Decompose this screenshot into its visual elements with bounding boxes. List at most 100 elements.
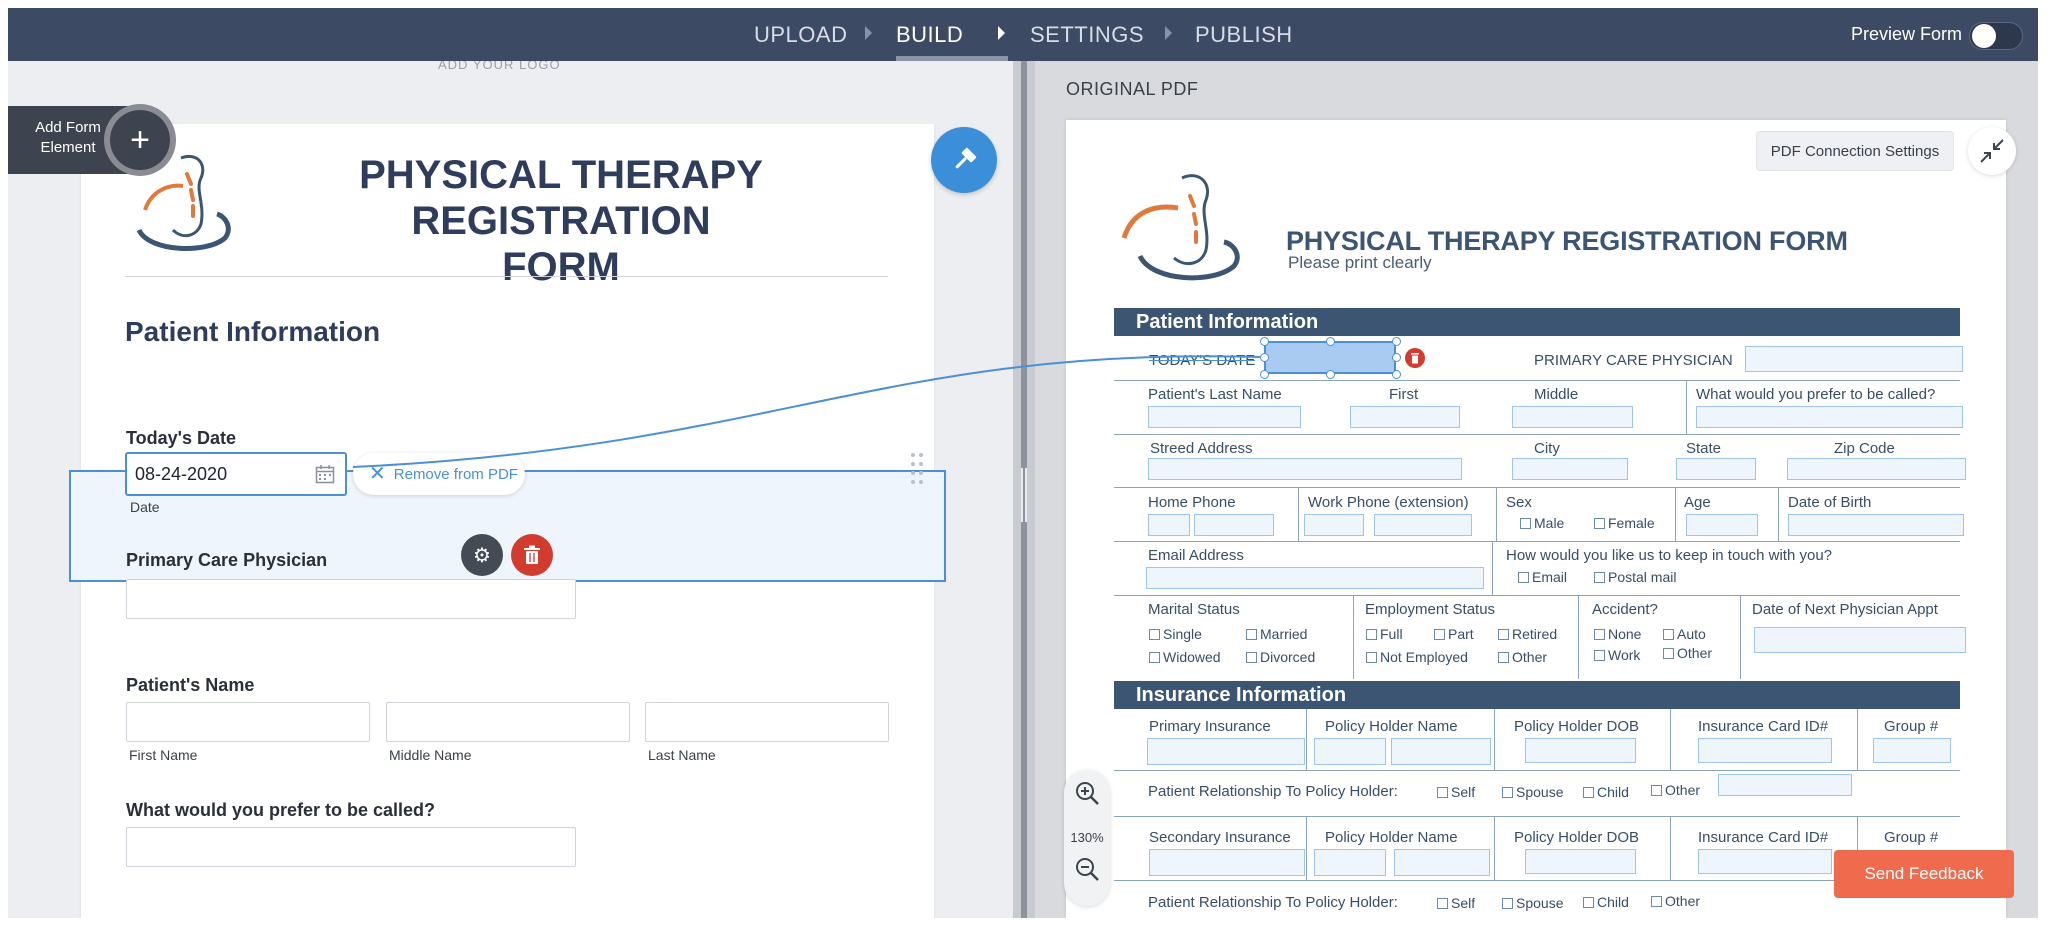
resize-handle[interactable] [1326, 337, 1335, 346]
pdf-marital-single-checkbox[interactable]: Single [1149, 626, 1202, 642]
collapse-pdf-button[interactable] [1968, 127, 2016, 175]
resize-handle[interactable] [1260, 370, 1269, 379]
pdf-employment-full-checkbox[interactable]: Full [1366, 626, 1403, 642]
pdf-holder-dob-field[interactable] [1525, 738, 1636, 763]
resize-handle[interactable] [1326, 370, 1335, 379]
pdf-sex-male-checkbox[interactable]: Male [1520, 515, 1564, 531]
pdf-first-field[interactable] [1350, 406, 1460, 428]
pdf-primary-care-field[interactable] [1745, 346, 1963, 372]
pdf-col-rule [1494, 816, 1495, 880]
pdf-called-field[interactable] [1696, 406, 1963, 428]
form-title[interactable]: PHYSICAL THERAPY REGISTRATION FORM [351, 152, 771, 290]
pdf-middle-field[interactable] [1512, 406, 1633, 428]
pdf-relationship-other-checkbox[interactable]: Other [1651, 782, 1700, 798]
pdf-relationship-label: Patient Relationship To Policy Holder: [1148, 783, 1398, 800]
pdf-relationship-other-field[interactable] [1718, 774, 1852, 796]
first-name-input[interactable] [126, 702, 370, 742]
pdf-email-field[interactable] [1146, 567, 1484, 589]
resize-handle[interactable] [1392, 370, 1401, 379]
todays-date-input[interactable]: 08-24-2020 [125, 452, 347, 496]
pdf-employment-not-employed-checkbox[interactable]: Not Employed [1366, 649, 1468, 665]
resize-handle[interactable] [1260, 353, 1269, 362]
pdf-relationship-2-child-checkbox[interactable]: Child [1583, 894, 1629, 910]
delete-field-button[interactable] [511, 534, 553, 576]
section-title[interactable]: Patient Information [125, 316, 380, 348]
pdf-accident-auto-checkbox[interactable]: Auto [1663, 626, 1706, 642]
pdf-marital-divorced-checkbox[interactable]: Divorced [1246, 649, 1315, 665]
pdf-holder-first-field[interactable] [1314, 738, 1386, 765]
pdf-next-appt-field[interactable] [1754, 627, 1966, 653]
pdf-holder-last-field[interactable] [1391, 738, 1491, 765]
preferred-name-input[interactable] [126, 827, 576, 867]
form-styles-button[interactable] [931, 127, 997, 193]
preferred-name-label: What would you prefer to be called? [126, 800, 436, 820]
pdf-marital-widowed-checkbox[interactable]: Widowed [1149, 649, 1221, 665]
pdf-connection-settings-button[interactable]: PDF Connection Settings [1756, 131, 1954, 171]
drag-handle-icon[interactable] [911, 453, 925, 489]
pdf-field-delete-button[interactable] [1405, 348, 1425, 368]
pdf-contact-email-checkbox[interactable]: Email [1518, 569, 1567, 585]
resize-handle[interactable] [1392, 337, 1401, 346]
pdf-holder-dob-2-field[interactable] [1525, 849, 1636, 874]
pdf-home-number-field[interactable] [1194, 514, 1274, 536]
pdf-work-number-field[interactable] [1374, 514, 1472, 536]
pdf-last-name-field[interactable] [1148, 406, 1301, 428]
pdf-holder-first-2-field[interactable] [1314, 849, 1386, 876]
pdf-relationship-child-checkbox[interactable]: Child [1583, 784, 1629, 800]
pdf-dob-field[interactable] [1788, 514, 1964, 536]
preview-form-toggle[interactable] [1969, 22, 2023, 50]
pdf-city-field[interactable] [1512, 458, 1628, 480]
zoom-out-icon[interactable] [1074, 856, 1100, 882]
last-name-input[interactable] [645, 702, 889, 742]
pdf-age-field[interactable] [1686, 514, 1758, 536]
pdf-relationship-self-checkbox[interactable]: Self [1437, 784, 1475, 800]
middle-name-input[interactable] [386, 702, 630, 742]
resize-grip-icon[interactable] [1018, 468, 1030, 522]
pdf-col-rule [1740, 595, 1741, 679]
pdf-card-id-2-field[interactable] [1698, 849, 1832, 874]
pdf-secondary-insurance-field[interactable] [1149, 849, 1305, 876]
zoom-in-icon[interactable] [1074, 780, 1100, 806]
pdf-employment-other-checkbox[interactable]: Other [1498, 649, 1547, 665]
pdf-marital-married-checkbox[interactable]: Married [1246, 626, 1307, 642]
pdf-col-rule [1306, 709, 1307, 770]
pdf-accident-none-checkbox[interactable]: None [1594, 626, 1641, 642]
pdf-employment-retired-checkbox[interactable]: Retired [1498, 626, 1557, 642]
nav-step-upload[interactable]: UPLOAD [754, 8, 847, 61]
resize-handle[interactable] [1260, 337, 1269, 346]
pdf-accident-other-checkbox[interactable]: Other [1663, 645, 1712, 661]
add-form-element-tab[interactable]: Add Form Element + [8, 104, 176, 176]
pdf-contact-postal-checkbox[interactable]: Postal mail [1594, 569, 1676, 585]
remove-from-pdf-button[interactable]: ✕ Remove from PDF [353, 453, 525, 495]
pdf-relationship-2-spouse-checkbox[interactable]: Spouse [1502, 895, 1563, 911]
pdf-group-field[interactable] [1873, 738, 1951, 763]
add-logo-hint[interactable]: ADD YOUR LOGO [438, 61, 561, 69]
pdf-primary-insurance-label: Primary Insurance [1149, 718, 1271, 735]
pdf-col-rule [1857, 709, 1858, 770]
pdf-zip-field[interactable] [1787, 458, 1966, 480]
send-feedback-button[interactable]: Send Feedback [1834, 850, 2014, 898]
pdf-employment-part-checkbox[interactable]: Part [1434, 626, 1474, 642]
pdf-card-id-field[interactable] [1698, 738, 1832, 763]
primary-care-input[interactable] [126, 579, 576, 619]
nav-step-build[interactable]: BUILD [896, 8, 963, 61]
pdf-state-field[interactable] [1676, 458, 1756, 480]
pdf-primary-insurance-field[interactable] [1147, 738, 1305, 765]
pdf-relationship-spouse-checkbox[interactable]: Spouse [1502, 784, 1563, 800]
field-settings-button[interactable]: ⚙ [461, 534, 503, 576]
pdf-holder-last-2-field[interactable] [1394, 849, 1490, 876]
remove-from-pdf-label: Remove from PDF [393, 465, 518, 483]
calendar-icon[interactable] [315, 464, 335, 484]
pdf-sex-female-checkbox[interactable]: Female [1594, 515, 1655, 531]
pdf-relationship-2-self-checkbox[interactable]: Self [1437, 895, 1475, 911]
resize-handle[interactable] [1392, 353, 1401, 362]
pdf-card-id-label: Insurance Card ID# [1698, 718, 1829, 735]
pdf-accident-work-checkbox[interactable]: Work [1594, 647, 1640, 663]
pdf-street-field[interactable] [1148, 458, 1462, 480]
pdf-relationship-2-other-checkbox[interactable]: Other [1651, 893, 1700, 909]
pdf-home-area-field[interactable] [1148, 514, 1190, 536]
plus-icon[interactable]: + [104, 104, 176, 176]
pdf-work-area-field[interactable] [1304, 514, 1364, 536]
nav-step-publish[interactable]: PUBLISH [1195, 8, 1293, 61]
nav-step-settings[interactable]: SETTINGS [1030, 8, 1144, 61]
